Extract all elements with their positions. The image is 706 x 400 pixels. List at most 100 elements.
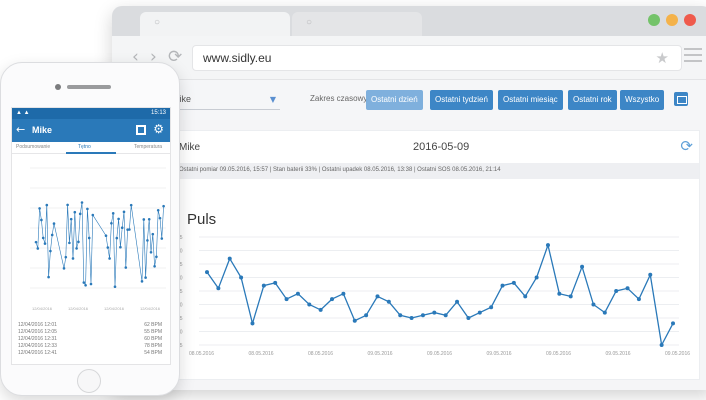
reading-time: 12/04/2016 12:33 (18, 343, 57, 349)
pulse-panel: Mike 2016-05-09 ⟳ Ostatni pomiar 09.05.2… (172, 130, 700, 380)
data-point (364, 313, 369, 318)
menu-icon[interactable] (684, 48, 702, 66)
pulse-chart: 85807570656055504508.05.201608.05.201608… (177, 235, 690, 357)
data-point (128, 228, 131, 231)
phone-pulse-chart: 12/04/2016 12/04/2016 12/04/2016 12/04/2016 (30, 167, 166, 311)
gear-icon[interactable]: ⚙ (153, 122, 164, 136)
data-point (38, 207, 41, 210)
x-tick-label: 12/04/2016 (32, 306, 53, 311)
data-point (432, 310, 437, 315)
filter-bar: Mike ▼ Zakres czasowy Ostatni dzień Osta… (112, 80, 706, 120)
data-point (534, 275, 539, 280)
data-point (162, 204, 165, 208)
reload-icon[interactable]: ⟳ (168, 47, 182, 67)
range-week-button[interactable]: Ostatni tydzień (430, 90, 493, 110)
close-icon[interactable]: ○ (306, 17, 312, 28)
tab-temperature[interactable]: Temperatura (134, 144, 162, 150)
phone-title: Mike (32, 125, 53, 135)
reading-time: 12/04/2016 12:01 (18, 322, 57, 328)
data-point (77, 240, 80, 244)
chevron-down-icon: ▼ (269, 95, 276, 104)
data-point (89, 282, 93, 286)
data-point (636, 297, 641, 302)
user-select[interactable]: Mike ▼ (168, 90, 280, 110)
x-tick-label: 09.05.2016 (665, 351, 690, 357)
maximize-button[interactable] (648, 14, 660, 26)
range-all-button[interactable]: Wszystko (620, 90, 665, 110)
range-day-button[interactable]: Ostatni dzień (366, 90, 423, 110)
export-icon[interactable] (136, 125, 146, 135)
data-point (523, 294, 528, 299)
close-window-button[interactable] (684, 14, 696, 26)
data-point (64, 255, 68, 259)
data-point (50, 233, 54, 237)
browser-tab[interactable]: ○ (292, 12, 422, 36)
range-year-button[interactable]: Ostatni rok (568, 90, 617, 110)
data-point (614, 289, 619, 293)
phone-status-bar: ▲ ▲ 15:13 (12, 108, 170, 119)
data-point (341, 291, 346, 296)
data-point (110, 221, 113, 225)
star-icon[interactable]: ★ (656, 49, 669, 67)
x-tick-label: 12/04/2016 (104, 306, 125, 311)
range-month-button[interactable]: Ostatni miesiąc (498, 90, 563, 110)
camera-icon (55, 84, 61, 90)
data-point (330, 297, 335, 302)
data-point (420, 313, 425, 318)
browser-window: ○ ○ ‹ › ⟳ www.sidly.eu ★ Mike ▼ Zakres c… (112, 6, 706, 390)
data-point (511, 280, 516, 285)
data-point (129, 203, 133, 207)
reading-time: 12/04/2016 12:05 (18, 329, 57, 335)
data-point (545, 243, 550, 248)
tab-pulse[interactable]: Tętno (78, 144, 91, 150)
data-point (284, 297, 289, 302)
data-point (352, 318, 357, 323)
data-point (111, 212, 115, 215)
x-tick-label: 09.05.2016 (368, 351, 393, 357)
data-point (106, 246, 110, 249)
browser-tab-active[interactable]: ○ (140, 12, 290, 36)
list-item[interactable]: 12/04/2016 12:01 62 BPM (18, 322, 164, 329)
x-tick-label: 09.05.2016 (606, 351, 631, 357)
status-left-text: ▲ ▲ (16, 110, 30, 116)
data-point (69, 217, 73, 221)
list-item[interactable]: 12/04/2016 12:41 54 BPM (18, 350, 164, 357)
series-line (206, 242, 674, 348)
data-point (155, 255, 158, 259)
data-point (78, 212, 82, 216)
data-point (149, 250, 153, 254)
data-point (386, 299, 391, 304)
data-point (147, 217, 151, 221)
data-point (151, 232, 155, 236)
data-point (156, 208, 160, 212)
panel-date: 2016-05-09 (413, 141, 470, 153)
x-tick-label: 09.05.2016 (546, 351, 571, 357)
refresh-icon[interactable]: ⟳ (680, 137, 693, 155)
data-point (625, 286, 630, 291)
list-item[interactable]: 12/04/2016 12:31 60 BPM (18, 336, 164, 343)
data-point (71, 257, 75, 260)
data-point (124, 266, 128, 269)
reading-value: 78 BPM (144, 343, 162, 349)
list-item[interactable]: 12/04/2016 12:05 55 BPM (18, 329, 164, 336)
close-icon[interactable]: ○ (154, 17, 160, 28)
calendar-icon[interactable] (674, 92, 688, 106)
data-point (84, 283, 87, 287)
address-bar[interactable]: www.sidly.eu ★ (192, 45, 682, 71)
x-tick-label: 12/04/2016 (68, 306, 89, 311)
tab-summary[interactable]: Podsumowanie (16, 144, 50, 150)
phone-tabs: Podsumowanie Tętno Temperatura (12, 142, 170, 154)
range-label: Zakres czasowy (310, 94, 368, 103)
minimize-button[interactable] (666, 14, 678, 26)
back-arrow-icon[interactable]: ← (16, 123, 25, 136)
panel-header: Mike 2016-05-09 ⟳ (173, 131, 699, 161)
data-point (52, 222, 56, 225)
data-point (120, 226, 124, 230)
list-item[interactable]: 12/04/2016 12:33 78 BPM (18, 343, 164, 350)
data-point (602, 310, 607, 315)
reading-time: 12/04/2016 12:41 (18, 350, 57, 356)
data-point (489, 305, 494, 310)
x-tick-label: 08.05.2016 (189, 351, 214, 357)
data-point (153, 265, 156, 268)
home-button[interactable] (77, 369, 101, 393)
